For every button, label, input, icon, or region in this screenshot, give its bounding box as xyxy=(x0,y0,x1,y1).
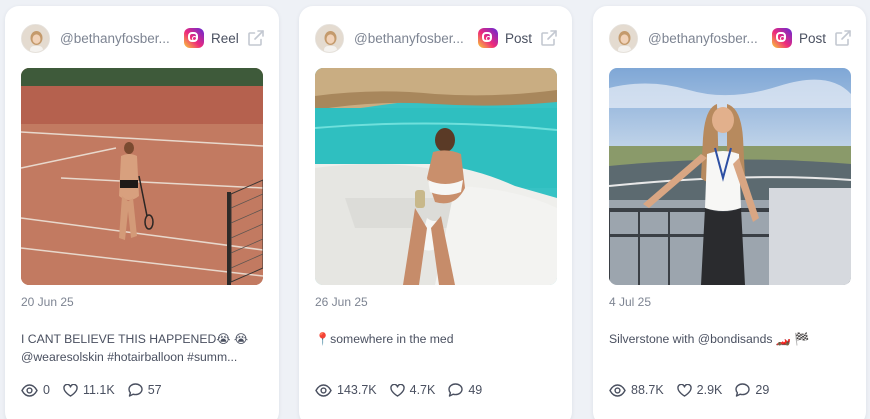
card-header: @bethanyfosber... Post xyxy=(315,23,558,53)
post-media-thumbnail[interactable] xyxy=(21,68,263,285)
avatar[interactable] xyxy=(315,23,344,53)
views-stat: 88.7K xyxy=(609,383,664,397)
external-link-icon[interactable] xyxy=(540,29,558,47)
views-count: 88.7K xyxy=(631,383,664,397)
caption-line: 📍somewhere in the med xyxy=(315,332,454,346)
eye-icon xyxy=(21,383,38,397)
comments-count: 49 xyxy=(468,383,483,397)
likes-count: 11.1K xyxy=(82,383,115,397)
post-card[interactable]: @bethanyfosber... Post 4 Jul 25 Silverst… xyxy=(593,6,866,419)
post-date: 4 Jul 25 xyxy=(609,295,652,309)
post-caption: 📍somewhere in the med xyxy=(315,330,559,348)
account-handle[interactable]: @bethanyfosber... xyxy=(648,31,766,46)
likes-stat: 4.7K xyxy=(389,383,436,397)
likes-count: 2.9K xyxy=(696,383,723,397)
likes-stat: 2.9K xyxy=(676,383,723,397)
comment-icon xyxy=(128,383,143,397)
caption-line: @wearesolskin #hotairballoon #summ... xyxy=(21,350,238,364)
comment-icon xyxy=(735,383,751,397)
views-count: 143.7K xyxy=(337,383,377,397)
instagram-icon xyxy=(184,28,204,48)
post-date: 26 Jun 25 xyxy=(315,295,368,309)
comments-stat: 29 xyxy=(735,383,769,397)
comment-icon xyxy=(448,383,464,397)
post-stats: 143.7K 4.7K 49 xyxy=(315,383,495,397)
post-type-label: Reel xyxy=(211,30,239,46)
external-link-icon[interactable] xyxy=(247,29,265,47)
avatar[interactable] xyxy=(609,23,638,53)
comments-stat: 49 xyxy=(448,383,482,397)
heart-icon xyxy=(63,383,78,397)
post-type-label: Post xyxy=(505,30,533,46)
caption-line: I CANT BELIEVE THIS HAPPENED😭 😭 xyxy=(21,332,249,346)
likes-stat: 11.1K xyxy=(63,383,115,397)
comments-stat: 57 xyxy=(128,383,162,397)
post-caption: I CANT BELIEVE THIS HAPPENED😭 😭 @weareso… xyxy=(21,330,265,366)
eye-icon xyxy=(315,383,332,397)
comments-count: 57 xyxy=(147,383,162,397)
instagram-icon xyxy=(478,28,498,48)
views-count: 0 xyxy=(43,383,50,397)
post-card[interactable]: @bethanyfosber... Post 26 Jun 25 📍somewh… xyxy=(299,6,572,419)
post-media-thumbnail[interactable] xyxy=(609,68,851,285)
post-stats: 88.7K 2.9K 29 xyxy=(609,383,782,397)
avatar[interactable] xyxy=(21,23,50,53)
post-stats: 0 11.1K 57 xyxy=(21,383,175,397)
card-header: @bethanyfosber... Reel xyxy=(21,23,265,53)
account-handle[interactable]: @bethanyfosber... xyxy=(60,31,178,46)
post-card[interactable]: @bethanyfosber... Reel 20 Jun 25 I CANT … xyxy=(5,6,279,419)
heart-icon xyxy=(389,383,405,397)
likes-count: 4.7K xyxy=(409,383,436,397)
post-media-thumbnail[interactable] xyxy=(315,68,557,285)
account-handle[interactable]: @bethanyfosber... xyxy=(354,31,472,46)
post-caption: Silverstone with @bondisands 🏎️ 🏁 xyxy=(609,330,853,348)
caption-line: Silverstone with @bondisands 🏎️ 🏁 xyxy=(609,332,810,346)
external-link-icon[interactable] xyxy=(834,29,852,47)
post-date: 20 Jun 25 xyxy=(21,295,74,309)
views-stat: 0 xyxy=(21,383,50,397)
views-stat: 143.7K xyxy=(315,383,377,397)
card-header: @bethanyfosber... Post xyxy=(609,23,852,53)
post-type-label: Post xyxy=(799,30,827,46)
heart-icon xyxy=(676,383,692,397)
eye-icon xyxy=(609,383,626,397)
comments-count: 29 xyxy=(755,383,770,397)
instagram-icon xyxy=(772,28,792,48)
